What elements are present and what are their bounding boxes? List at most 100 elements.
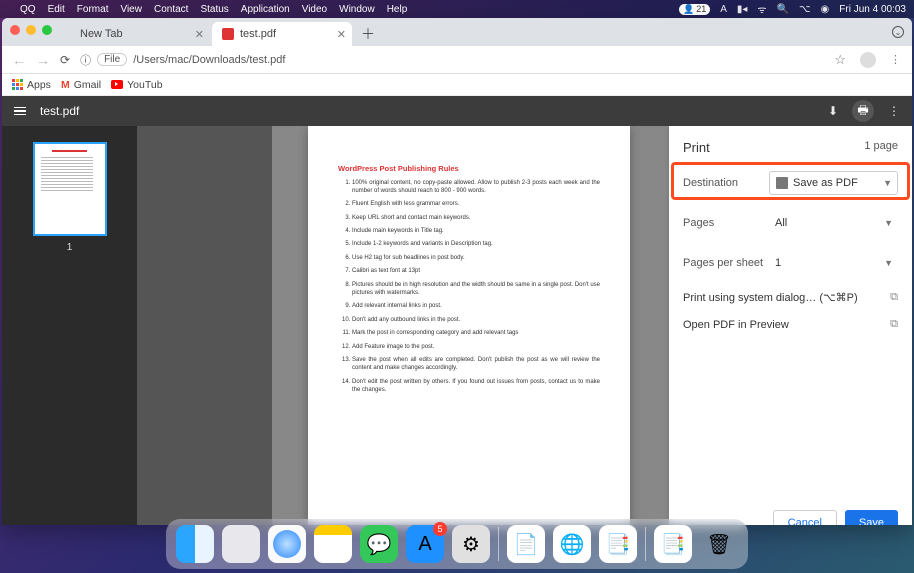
bookmark-youtube[interactable]: YouTub <box>111 79 162 91</box>
doc-list-item: Fluent English with less grammar errors. <box>352 200 600 208</box>
bookmark-label: Gmail <box>74 79 101 91</box>
bookmark-apps[interactable]: Apps <box>12 79 51 91</box>
destination-select[interactable]: Save as PDF ▼ <box>769 171 898 195</box>
dock-recent-1[interactable]: 📄 <box>507 525 545 563</box>
tab-overflow-icon[interactable]: ⌄ <box>892 26 904 38</box>
dock-trash[interactable]: 🗑 <box>700 525 738 563</box>
menu-status[interactable]: Status <box>200 4 228 15</box>
doc-list-item: Include main keywords in Title tag. <box>352 227 600 235</box>
menu-application[interactable]: Application <box>241 4 290 15</box>
content-area: test.pdf ⬇ 🖶 ⋮ 1 <box>2 96 912 525</box>
row-pages: Pages All ▼ <box>683 211 898 235</box>
menu-edit[interactable]: Edit <box>48 4 65 15</box>
url-text: /Users/mac/Downloads/test.pdf <box>133 54 285 66</box>
doc-list-item: Don't add any outbound links in the post… <box>352 316 600 324</box>
dock-messages[interactable]: 💬 <box>360 525 398 563</box>
thumbnail-number: 1 <box>67 242 73 253</box>
dock-system-prefs[interactable]: ⚙ <box>452 525 490 563</box>
print-preview-page: WordPress Post Publishing Rules 100% ori… <box>308 126 630 525</box>
dock-launchpad[interactable] <box>222 525 260 563</box>
profile-avatar-icon[interactable] <box>860 52 876 68</box>
page-thumbnail[interactable] <box>33 142 107 236</box>
menu-window[interactable]: Window <box>339 4 375 15</box>
bookmark-gmail[interactable]: M Gmail <box>61 79 101 91</box>
doc-list: 100% original content, no copy-paste all… <box>352 179 600 395</box>
download-icon[interactable]: ⬇ <box>828 104 838 118</box>
overflow-menu-icon[interactable]: ⋮ <box>890 53 902 66</box>
row-per-sheet: Pages per sheet 1 ▼ <box>683 251 898 275</box>
dock-notes[interactable] <box>314 525 352 563</box>
doc-list-item: Include 1-2 keywords and variants in Des… <box>352 240 600 248</box>
open-preview-link[interactable]: Open PDF in Preview ⧉ <box>683 318 898 331</box>
gmail-icon: M <box>61 79 70 91</box>
dock-recent-3[interactable]: 📑 <box>654 525 692 563</box>
back-button[interactable]: ← <box>12 52 26 68</box>
external-link-icon: ⧉ <box>890 318 898 331</box>
select-value: 1 <box>775 257 781 269</box>
dock-appstore[interactable]: A5 <box>406 525 444 563</box>
reload-button[interactable]: ⟳ <box>60 53 70 67</box>
system-dialog-link[interactable]: Print using system dialog… (⌥⌘P) ⧉ <box>683 291 898 304</box>
close-tab-icon[interactable]: ✕ <box>337 28 346 41</box>
bookmark-star-icon[interactable]: ☆ <box>834 52 846 68</box>
doc-list-item: Mark the post in corresponding category … <box>352 329 600 337</box>
doc-list-item: Calibri as text font at 13pt <box>352 267 600 275</box>
forward-button[interactable]: → <box>36 52 50 68</box>
menubar-app[interactable]: QQ <box>20 4 36 15</box>
doc-list-item: 100% original content, no copy-paste all… <box>352 179 600 196</box>
siri-icon[interactable]: ◉ <box>821 4 830 15</box>
input-icon[interactable]: A <box>720 4 727 15</box>
pdf-page-area[interactable]: post. Don't use pictures with watermarks… <box>137 126 912 525</box>
dock-safari[interactable] <box>268 525 306 563</box>
save-button[interactable]: Save <box>845 510 898 525</box>
doc-list-item: Don't edit the post written by others. I… <box>352 378 600 395</box>
print-panel: Print 1 page Destination Save as PDF ▼ <box>669 126 912 525</box>
dock-separator <box>645 527 646 561</box>
spotlight-icon[interactable]: 🔍 <box>777 4 789 15</box>
menu-view[interactable]: View <box>120 4 142 15</box>
dock: 💬 A5 ⚙ 📄 🌐 📑 📑 🗑 <box>166 519 748 569</box>
doc-list-item: Add Feature image to the post. <box>352 343 600 351</box>
thumbnail-panel: 1 <box>2 126 137 525</box>
print-title: Print <box>683 140 710 155</box>
pages-select[interactable]: All ▼ <box>769 211 898 235</box>
close-window-icon[interactable] <box>10 25 20 35</box>
tab-new-tab[interactable]: New Tab ✕ <box>70 22 210 46</box>
link-label: Open PDF in Preview <box>683 319 789 331</box>
doc-list-item: Pictures should be in high resolution an… <box>352 281 600 298</box>
menu-video[interactable]: Video <box>302 4 327 15</box>
menu-format[interactable]: Format <box>77 4 109 15</box>
menubar-notif-badge[interactable]: 👤21 <box>679 4 710 15</box>
bookmark-label: YouTub <box>127 79 162 91</box>
menu-help[interactable]: Help <box>387 4 408 15</box>
minimize-window-icon[interactable] <box>26 25 36 35</box>
battery-icon[interactable]: ▮◂ <box>737 4 748 15</box>
tab-test-pdf[interactable]: test.pdf ✕ <box>212 22 352 46</box>
label-per-sheet: Pages per sheet <box>683 257 769 269</box>
menu-contact[interactable]: Contact <box>154 4 188 15</box>
new-tab-button[interactable]: ＋ <box>358 24 378 44</box>
chevron-down-icon: ▼ <box>884 218 893 228</box>
menubar-clock[interactable]: Fri Jun 4 00:03 <box>839 4 906 15</box>
per-sheet-select[interactable]: 1 ▼ <box>769 251 898 275</box>
wifi-icon[interactable]: ᯤ <box>757 2 766 16</box>
address-bar[interactable]: ⓘ File /Users/mac/Downloads/test.pdf <box>80 52 824 68</box>
dock-separator <box>498 527 499 561</box>
close-tab-icon[interactable]: ✕ <box>195 28 204 41</box>
doc-title: WordPress Post Publishing Rules <box>338 164 600 175</box>
print-icon[interactable]: 🖶 <box>852 100 874 122</box>
apps-grid-icon <box>12 79 23 90</box>
print-dialog: WordPress Post Publishing Rules 100% ori… <box>272 126 912 525</box>
cancel-button[interactable]: Cancel <box>773 510 837 525</box>
dock-recent-2[interactable]: 📑 <box>599 525 637 563</box>
label-destination: Destination <box>683 177 769 189</box>
sidebar-toggle-icon[interactable] <box>14 107 26 116</box>
site-info-icon[interactable]: ⓘ <box>80 52 91 68</box>
dock-chrome[interactable]: 🌐 <box>553 525 591 563</box>
dock-finder[interactable] <box>176 525 214 563</box>
zoom-window-icon[interactable] <box>42 25 52 35</box>
file-chip: File <box>97 53 127 66</box>
row-destination: Destination Save as PDF ▼ <box>683 171 898 195</box>
pdf-menu-icon[interactable]: ⋮ <box>888 104 900 118</box>
control-center-icon[interactable]: ⌥ <box>799 4 811 15</box>
